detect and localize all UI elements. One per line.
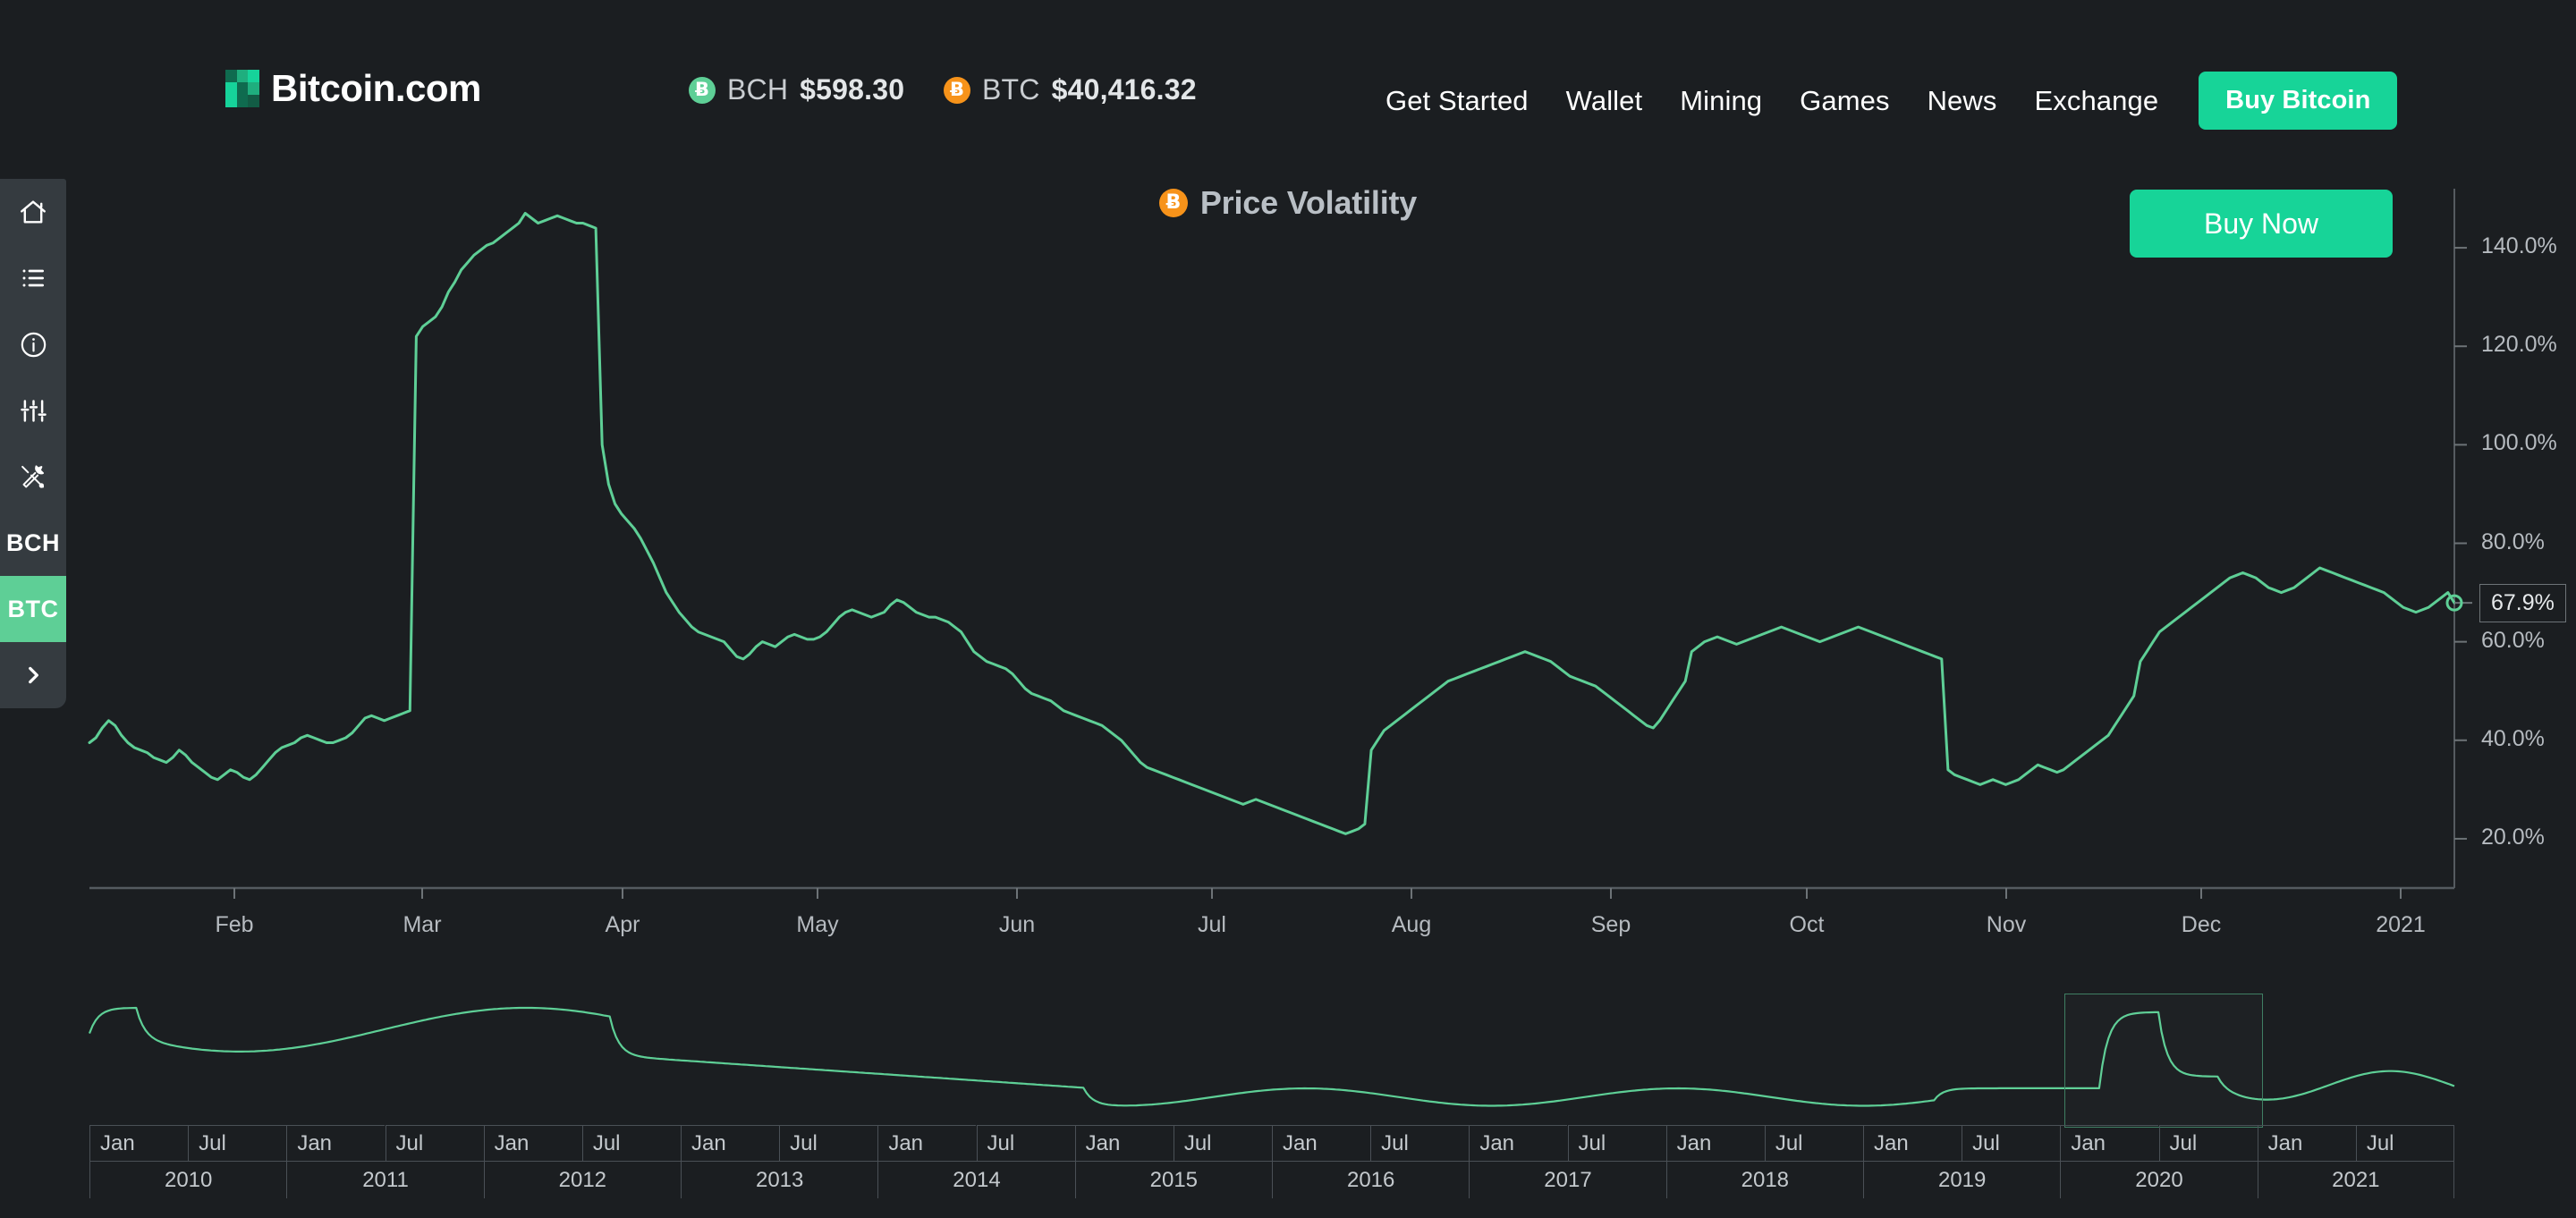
navigator-month-cell[interactable]: Jul [1764,1125,1863,1161]
navigator-year-cell[interactable]: 2010 [89,1161,287,1198]
navigator-year-cell[interactable]: 2013 [681,1161,878,1198]
x-axis-label: Apr [605,912,640,937]
navigator-year-cell[interactable]: 2018 [1665,1161,1863,1198]
x-axis-label: Dec [2181,912,2222,937]
navigator-month-cell[interactable]: Jul [2158,1125,2258,1161]
y-axis-label: 120.0% [2481,332,2557,358]
navigator-year-cell[interactable]: 2017 [1469,1161,1666,1198]
navigator-month-cell[interactable]: Jan [1074,1125,1174,1161]
navigator-month-cell[interactable]: Jul [1962,1125,2061,1161]
navigator-month-cell[interactable]: Jul [779,1125,878,1161]
navigator-month-cell[interactable]: Jan [286,1125,386,1161]
navigator-month-cell[interactable]: Jul [1567,1125,1666,1161]
current-value-badge: 67.9% [2479,584,2566,623]
app-root: Bitcoin.com Ƀ BCH $598.30 Ƀ BTC $40,416.… [0,0,2576,1218]
x-axis-label: Jun [998,912,1036,937]
navigator-month-cell[interactable]: Jan [1665,1125,1765,1161]
navigator-month-cell[interactable]: Jul [581,1125,681,1161]
navigator-year-cell[interactable]: 2011 [286,1161,484,1198]
volatility-line [88,212,2456,835]
y-axis-label: 140.0% [2481,233,2557,259]
navigator-year-cell[interactable]: 2015 [1074,1161,1272,1198]
navigator-month-cell[interactable]: Jul [1173,1125,1272,1161]
navigator-month-cell[interactable]: Jan [681,1125,780,1161]
navigator-month-cell[interactable]: Jan [1272,1125,1371,1161]
navigator-month-cell[interactable]: Jul [1370,1125,1470,1161]
navigator-year-cell[interactable]: 2014 [877,1161,1075,1198]
navigator-year-cell[interactable]: 2021 [2257,1161,2454,1198]
x-axis-label: Mar [402,912,442,937]
x-axis-label: May [796,912,839,937]
navigator-month-cell[interactable]: Jan [483,1125,582,1161]
y-axis-label: 80.0% [2481,529,2545,554]
navigator-month-cell[interactable]: Jul [385,1125,484,1161]
y-axis-label: 60.0% [2481,627,2545,653]
x-axis-label: Oct [1789,912,1825,937]
navigator-month-cell[interactable]: Jan [89,1125,189,1161]
x-axis-label: 2021 [2376,912,2426,937]
navigator-year-cell[interactable]: 2012 [483,1161,681,1198]
y-axis-label: 40.0% [2481,725,2545,751]
navigator-year-cell[interactable]: 2020 [2060,1161,2258,1198]
navigator-year-cell[interactable]: 2019 [1863,1161,2061,1198]
y-axis-label: 100.0% [2481,430,2557,456]
navigator-month-cell[interactable]: Jan [877,1125,977,1161]
navigator-month-cell[interactable]: Jul [976,1125,1075,1161]
navigator-month-cell[interactable]: Jan [2060,1125,2159,1161]
navigator-month-cell[interactable]: Jan [1863,1125,1962,1161]
y-axis-label: 20.0% [2481,824,2545,850]
x-axis-label: Aug [1391,912,1432,937]
navigator-month-cell[interactable]: Jan [2257,1125,2356,1161]
navigator-month-cell[interactable]: Jul [2355,1125,2454,1161]
x-axis-label: Sep [1590,912,1631,937]
navigator-year-cell[interactable]: 2016 [1272,1161,1470,1198]
navigator-selection-window[interactable] [2064,994,2263,1128]
x-axis-label: Feb [215,912,254,937]
navigator-month-cell[interactable]: Jan [1469,1125,1568,1161]
navigator-month-cell[interactable]: Jul [188,1125,287,1161]
x-axis-label: Jul [1198,912,1226,937]
x-axis-label: Nov [1986,912,2027,937]
